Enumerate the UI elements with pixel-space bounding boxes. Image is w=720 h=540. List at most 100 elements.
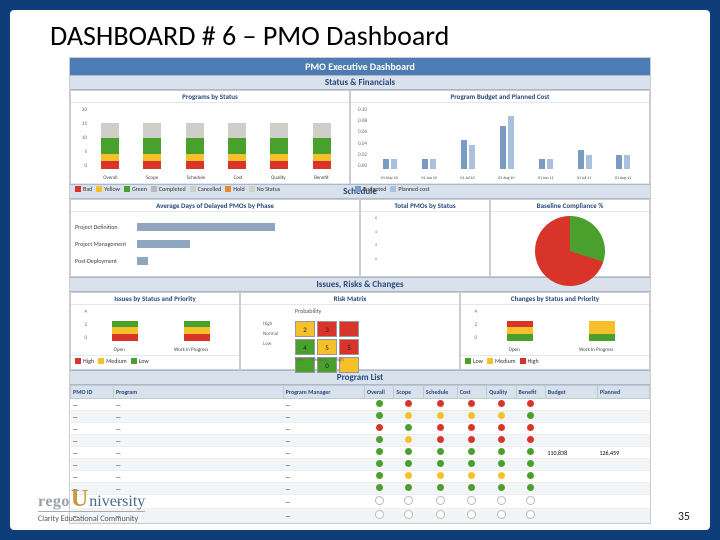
- panel-title: Programs by Status: [71, 91, 349, 103]
- panel-total-pmos: Total PMOs by Status 6420: [360, 199, 490, 277]
- pmo-dashboard: PMO Executive Dashboard Status & Financi…: [69, 57, 651, 524]
- status-dot-icon: [527, 460, 534, 467]
- status-x-axis: OverallScopeScheduleCostQualityBenefit: [89, 175, 343, 181]
- status-dot-icon: [437, 436, 444, 443]
- status-dot-icon: [468, 436, 475, 443]
- section-status-financials: Status & Financials: [70, 75, 650, 90]
- status-dot-icon: [468, 460, 475, 467]
- status-dot-icon: [527, 412, 534, 419]
- status-dot-icon: [527, 448, 534, 455]
- status-dot-icon: [468, 412, 475, 419]
- bar-schedule: [186, 123, 204, 169]
- risk-cell: 5: [339, 339, 359, 355]
- status-dot-icon: [376, 424, 383, 431]
- status-dot-icon: [405, 460, 412, 467]
- status-dot-icon: [498, 448, 505, 455]
- col-header[interactable]: Cost: [457, 386, 486, 399]
- panel-title: Average Days of Delayed PMOs by Phase: [71, 200, 359, 212]
- status-dot-icon: [437, 472, 444, 479]
- bar-scope: [143, 123, 161, 169]
- table-row[interactable]: ———: [71, 423, 650, 435]
- panel-budget-cost: Program Budget and Planned Cost 0.10 0.0…: [350, 90, 650, 184]
- panel-baseline-compliance: Baseline Compliance %: [490, 199, 650, 277]
- col-header[interactable]: Planned: [597, 386, 649, 399]
- bar-group: [383, 159, 397, 169]
- slide-title: DASHBOARD # 6 – PMO Dashboard: [50, 18, 710, 53]
- panel-phase-delay: Average Days of Delayed PMOs by Phase Pr…: [70, 199, 360, 277]
- table-row[interactable]: ———: [71, 411, 650, 423]
- status-dot-icon: [405, 472, 412, 479]
- status-legend: BadYellowGreenCompletedCancelledHoldNo S…: [71, 183, 349, 194]
- panel-title: Changes by Status and Priority: [461, 293, 649, 305]
- col-header[interactable]: Schedule: [423, 386, 457, 399]
- table-row[interactable]: ———: [71, 471, 650, 483]
- risk-cell: 2: [295, 321, 315, 337]
- col-header[interactable]: PMO ID: [71, 386, 114, 399]
- slide: DASHBOARD # 6 – PMO Dashboard PMO Execut…: [10, 10, 710, 530]
- panel-programs-by-status: Programs by Status 20 15 10 5 0 OverallS…: [70, 90, 350, 184]
- bar: [184, 321, 210, 341]
- bar: [112, 321, 138, 341]
- col-header[interactable]: Budget: [545, 386, 597, 399]
- status-dot-icon: [376, 400, 383, 407]
- issues-chart: 4 2 0 Open Work In Progress: [71, 305, 239, 355]
- slide-footer: rego U niversity Clarity Educational Com…: [38, 486, 690, 524]
- status-dot-icon: [498, 460, 505, 467]
- status-dot-icon: [405, 400, 412, 407]
- budget-chart: 0.10 0.08 0.06 0.04 0.02 0.00 01 May 100…: [351, 103, 649, 183]
- budget-legend: BudgetedPlanned cost: [351, 183, 649, 194]
- table-row[interactable]: ———: [71, 435, 650, 447]
- table-row[interactable]: ———: [71, 459, 650, 471]
- status-dot-icon: [437, 448, 444, 455]
- bar-quality: [270, 123, 288, 169]
- bar-group: [578, 150, 592, 169]
- status-dot-icon: [437, 424, 444, 431]
- panel-title: Risk Matrix: [241, 293, 459, 305]
- hbar: [137, 223, 275, 231]
- bar-benefit: [313, 123, 331, 169]
- status-dot-icon: [498, 436, 505, 443]
- table-row[interactable]: ———110,838126,459: [71, 447, 650, 459]
- bar-cost: [228, 123, 246, 169]
- table-row[interactable]: ———: [71, 399, 650, 411]
- col-header[interactable]: Scope: [394, 386, 423, 399]
- section-program-list: Program List: [70, 370, 650, 385]
- panel-risk-matrix: Risk Matrix Probability High Normal Low …: [240, 292, 460, 370]
- status-dot-icon: [437, 460, 444, 467]
- status-dot-icon: [405, 436, 412, 443]
- panel-title: Baseline Compliance %: [491, 200, 649, 212]
- bar-overall: [101, 123, 119, 169]
- risk-cell: 3: [317, 321, 337, 337]
- bar-group: [461, 140, 475, 169]
- status-dot-icon: [527, 436, 534, 443]
- panel-issues: Issues by Status and Priority 4 2 0 Open…: [70, 292, 240, 370]
- col-header[interactable]: Quality: [487, 386, 516, 399]
- bar: [507, 321, 533, 341]
- status-dot-icon: [468, 424, 475, 431]
- col-header[interactable]: Program Manager: [283, 386, 364, 399]
- rego-university-logo: rego U niversity: [38, 486, 145, 513]
- status-dot-icon: [376, 412, 383, 419]
- col-header[interactable]: Overall: [365, 386, 394, 399]
- col-header[interactable]: Benefit: [516, 386, 545, 399]
- phase-chart: Project Definition Project Management Po…: [71, 212, 359, 276]
- status-dot-icon: [376, 460, 383, 467]
- risk-chart: Probability High Normal Low 234550 Low M…: [241, 305, 459, 369]
- risk-cell: [339, 321, 359, 337]
- changes-legend: LowMediumHigh: [461, 355, 649, 366]
- bar-group: [539, 159, 553, 169]
- bar-group: [422, 159, 436, 169]
- pie-chart: [535, 216, 605, 286]
- hbar: [137, 240, 190, 248]
- status-dot-icon: [376, 448, 383, 455]
- bar-group: [616, 155, 630, 170]
- table-header-row: PMO IDProgramProgram ManagerOverallScope…: [71, 386, 650, 399]
- risk-cell: 4: [295, 339, 315, 355]
- bar: [589, 321, 615, 341]
- col-header[interactable]: Program: [113, 386, 283, 399]
- status-dot-icon: [498, 424, 505, 431]
- issues-legend: HighMediumLow: [71, 355, 239, 366]
- status-dot-icon: [527, 472, 534, 479]
- changes-chart: 4 2 0 Open Work In Progress: [461, 305, 649, 355]
- status-dot-icon: [437, 400, 444, 407]
